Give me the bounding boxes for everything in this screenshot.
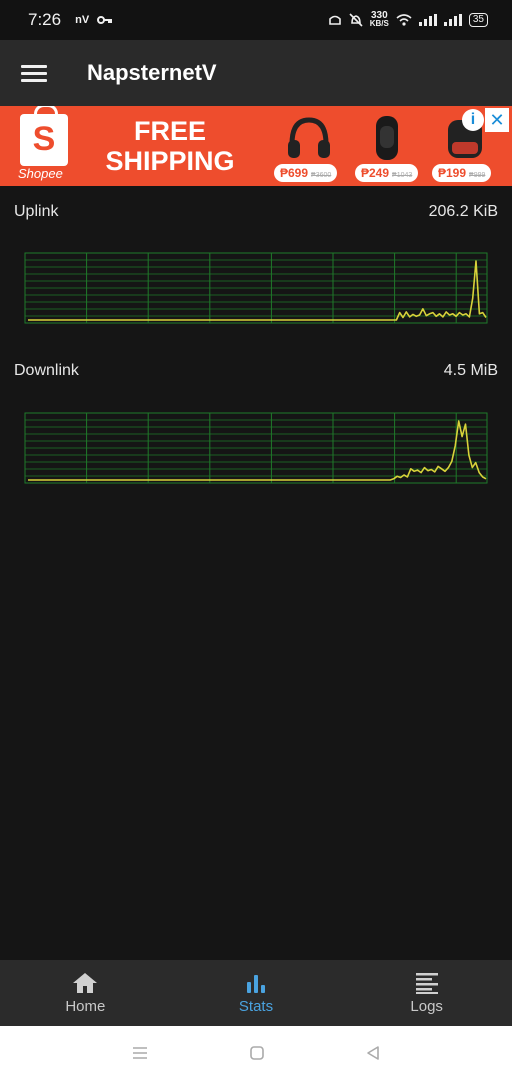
price-tag-3: ₱199 ₱999 bbox=[432, 164, 492, 182]
price-2: ₱249 bbox=[361, 166, 390, 180]
old-price-1: ₱3600 bbox=[311, 172, 332, 179]
alarm-off-icon bbox=[349, 13, 363, 27]
back-icon[interactable] bbox=[365, 1045, 381, 1061]
downlink-value: 4.5 MiB bbox=[443, 362, 498, 379]
nav-stats-label: Stats bbox=[238, 998, 274, 1015]
old-price-2: ₱1043 bbox=[392, 172, 413, 179]
ad-headline-line1: FREE bbox=[133, 116, 206, 146]
old-price-3: ₱999 bbox=[469, 172, 486, 179]
carrier-indicator: nV bbox=[75, 14, 90, 26]
app-title: NapsternetV bbox=[87, 60, 217, 85]
battery-indicator: 35 bbox=[468, 13, 488, 27]
headphones-image bbox=[288, 117, 330, 158]
recents-icon[interactable] bbox=[131, 1046, 149, 1060]
bottom-nav: Home Stats Logs bbox=[0, 960, 512, 1026]
status-time: 7:26 bbox=[28, 10, 62, 29]
downlink-series-line bbox=[28, 420, 487, 481]
nav-logs[interactable]: Logs bbox=[341, 960, 512, 1026]
nav-home-label: Home bbox=[65, 998, 106, 1015]
signal-icon bbox=[418, 14, 437, 26]
price-tag-2: ₱249 ₱1043 bbox=[355, 164, 419, 182]
close-icon[interactable]: ✕ bbox=[485, 108, 509, 132]
home-icon bbox=[73, 973, 98, 993]
wifi-icon bbox=[396, 14, 412, 26]
uplink-series-line bbox=[28, 260, 487, 321]
price-tag-1: ₱699 ₱3600 bbox=[274, 164, 338, 182]
downlink-graph bbox=[24, 412, 488, 484]
stats-icon bbox=[247, 975, 265, 993]
info-icon[interactable]: i bbox=[462, 109, 484, 131]
price-1: ₱699 bbox=[280, 166, 309, 180]
nav-stats[interactable]: Stats bbox=[171, 960, 342, 1026]
ad-headline-line2: SHIPPING bbox=[105, 146, 235, 176]
shopee-bag-icon: S bbox=[20, 106, 68, 166]
smartband-image bbox=[376, 116, 398, 160]
speed-unit: KB/S bbox=[369, 19, 389, 28]
nav-home[interactable]: Home bbox=[0, 960, 171, 1026]
uplink-graph bbox=[24, 252, 488, 324]
vpn-icon bbox=[328, 15, 341, 25]
nav-logs-label: Logs bbox=[410, 998, 443, 1015]
signal-icon-2 bbox=[443, 14, 462, 26]
price-3: ₱199 bbox=[438, 166, 467, 180]
uplink-value: 206.2 KiB bbox=[428, 203, 498, 220]
downlink-label: Downlink bbox=[14, 362, 79, 379]
ad-banner[interactable]: S Shopee FREE SHIPPING ₱699 ₱3600 ₱249 ₱10… bbox=[0, 106, 512, 186]
system-home-icon[interactable] bbox=[249, 1045, 265, 1061]
key-icon bbox=[97, 16, 113, 24]
logs-icon bbox=[415, 973, 438, 994]
status-bar: 7:26 nV 330 KB/S 35 bbox=[0, 0, 512, 40]
ad-headline: FREE SHIPPING bbox=[90, 116, 250, 176]
uplink-label: Uplink bbox=[14, 203, 59, 220]
network-speed: 330 KB/S bbox=[369, 11, 389, 28]
system-nav-bar bbox=[0, 1026, 512, 1080]
ad-brand: Shopee bbox=[18, 166, 63, 181]
hamburger-menu-icon[interactable] bbox=[21, 61, 47, 86]
app-bar: NapsternetV bbox=[0, 40, 512, 106]
